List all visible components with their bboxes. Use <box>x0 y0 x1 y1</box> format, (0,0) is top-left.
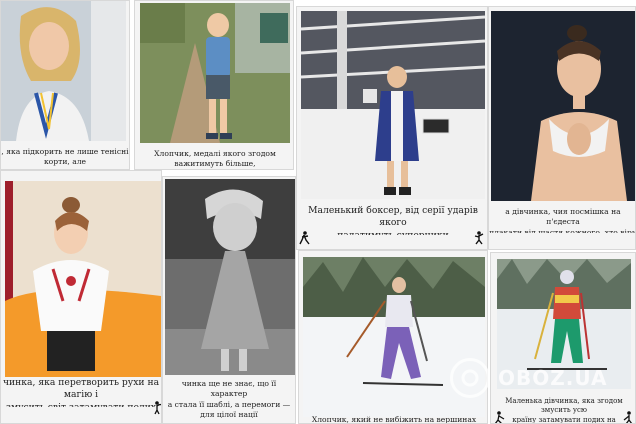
boxer-silhouette-icon <box>473 231 485 245</box>
photo-tennis-girl <box>1 1 126 141</box>
skier-silhouette-icon <box>623 411 635 423</box>
caption-fencer-girl: чинка ще не знає, що її характер а стала… <box>167 379 291 419</box>
oboz-watermark: OBOZ.UA <box>450 352 630 404</box>
photo-card-gymnast[interactable]: а дівчинка, чия посмішка на п'єдеста пла… <box>488 6 636 250</box>
caption-dancer-girl: чинка, яка перетворить рухи на магію і з… <box>2 377 160 407</box>
caption-boxer: Маленький боксер, від серії ударів якого… <box>308 205 478 235</box>
caption-tennis-girl: , яка підкорить не лише тенісні корти, а… <box>1 147 129 169</box>
dancer-silhouette-icon <box>151 401 161 415</box>
photo-card-boxer[interactable]: Маленький боксер, від серії ударів якого… <box>296 6 488 250</box>
photo-fencer-girl <box>165 179 295 375</box>
caption-gymnast: а дівчинка, чия посмішка на п'єдеста пла… <box>489 207 636 233</box>
oboz-logo-icon <box>450 358 490 398</box>
photo-boy-medals <box>140 3 290 143</box>
photo-gymnast <box>491 11 635 201</box>
photo-card-fencer-girl[interactable]: чинка ще не знає, що її характер а стала… <box>162 176 296 424</box>
photo-card-boy-medals[interactable]: Хлопчик, медалі якого згодом важитимуть … <box>134 0 294 170</box>
photo-card-tennis-girl[interactable]: , яка підкорить не лише тенісні корти, а… <box>0 0 130 170</box>
photo-dancer-girl <box>5 181 161 377</box>
biathlete-silhouette-icon <box>493 411 505 423</box>
photo-card-dancer-girl[interactable]: чинка, яка перетворить рухи на магію і з… <box>0 170 162 424</box>
caption-boy-medals: Хлопчик, медалі якого згодом важитимуть … <box>154 149 276 169</box>
athlete-silhouette-icon <box>299 231 311 245</box>
watermark-text: OBOZ.UA <box>498 366 608 390</box>
caption-skier-boy: Хлопчик, який не вибіжить на вершинах мо… <box>311 415 477 424</box>
photo-boxer <box>301 11 485 199</box>
